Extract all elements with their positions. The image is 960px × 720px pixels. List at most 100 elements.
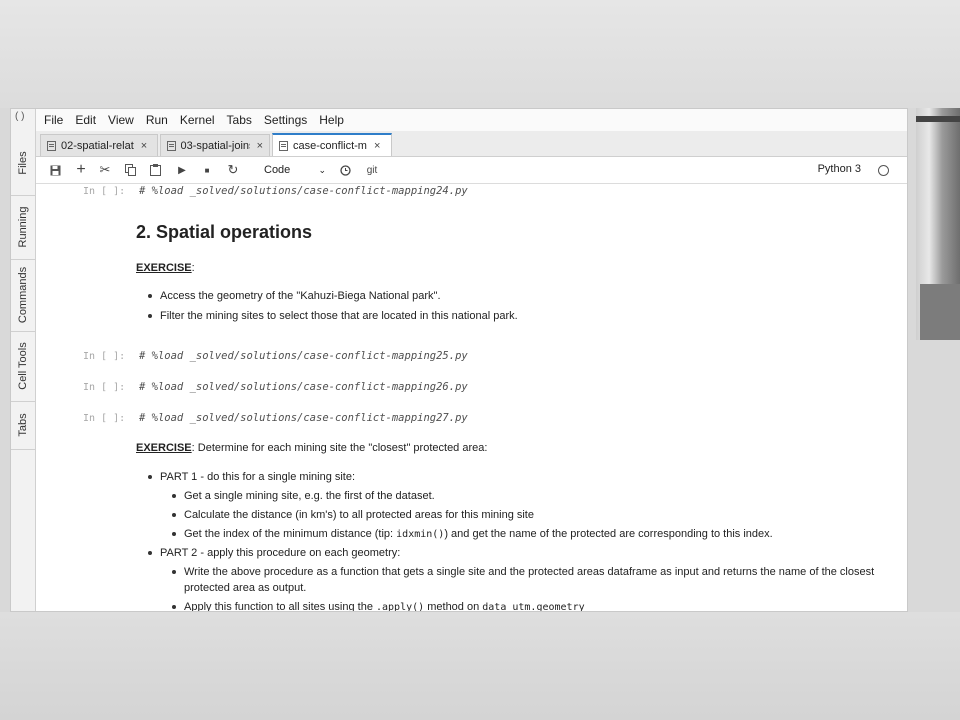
- tab-label: 03-spatial-joins: [180, 139, 250, 152]
- document-tab-bar: 02-spatial-relat × 03-spatial-joins × ca…: [36, 131, 907, 157]
- menu-help[interactable]: Help: [319, 113, 344, 127]
- exercise-colon: :: [191, 262, 195, 274]
- menu-edit[interactable]: Edit: [75, 113, 96, 127]
- cell-prompt: In [ ]:: [83, 351, 126, 362]
- jupyterlab-window: ( ) Files Running Commands Cell Tools Ta…: [10, 108, 908, 612]
- clock-icon[interactable]: [338, 161, 352, 179]
- list-item: PART 1 - do this for a single mining sit…: [148, 470, 900, 484]
- list-item: Get the index of the minimum distance (t…: [172, 527, 904, 542]
- exercise2-list: PART 1 - do this for a single mining sit…: [148, 470, 900, 489]
- tab-case-conflict-mapping[interactable]: case-conflict-m ×: [272, 133, 392, 156]
- code-cell-26[interactable]: # %load _solved/solutions/case-conflict-…: [139, 381, 468, 393]
- list-item-continuation: protected area as output.: [184, 581, 904, 595]
- sidebar-tab-tabs[interactable]: Tabs: [11, 401, 35, 450]
- sidebar-tab-label: Cell Tools: [17, 342, 29, 390]
- cell-prompt: In [ ]:: [83, 186, 126, 197]
- restart-icon[interactable]: ↻: [226, 161, 240, 179]
- inline-code: idxmin(): [396, 529, 445, 540]
- menu-tabs[interactable]: Tabs: [227, 113, 252, 127]
- list-item: Access the geometry of the "Kahuzi-Biega…: [148, 289, 518, 303]
- exercise2-list-part2: PART 2 - apply this procedure on each ge…: [148, 546, 900, 560]
- left-sidebar: ( ) Files Running Commands Cell Tools Ta…: [11, 109, 36, 611]
- list-item-text: Filter the mining sites to select those …: [160, 310, 518, 322]
- list-item-text: Access the geometry of the "Kahuzi-Biega…: [160, 290, 441, 302]
- sidebar-tab-label: Tabs: [17, 413, 29, 437]
- cell-prompt: In [ ]:: [83, 413, 126, 424]
- exercise-label: EXERCISE:: [136, 262, 195, 274]
- list-item: Get a single mining site, e.g. the first…: [172, 489, 904, 503]
- sidebar-tab-cell-tools[interactable]: Cell Tools: [11, 331, 35, 402]
- menu-settings[interactable]: Settings: [264, 113, 307, 127]
- code-cell-27[interactable]: # %load _solved/solutions/case-conflict-…: [139, 412, 468, 424]
- run-icon[interactable]: ▶: [176, 161, 188, 179]
- menu-run[interactable]: Run: [146, 113, 168, 127]
- sidebar-top-mark: ( ): [15, 111, 25, 122]
- exercise-label-text: EXERCISE: [136, 262, 192, 274]
- video-overlay-edge: [916, 108, 960, 340]
- menu-view[interactable]: View: [108, 113, 134, 127]
- exercise1-list: Access the geometry of the "Kahuzi-Biega…: [148, 289, 518, 323]
- list-item-text: ) and get the name of the protected are …: [444, 528, 773, 540]
- close-icon[interactable]: ×: [141, 140, 147, 152]
- code-cell-25[interactable]: # %load _solved/solutions/case-conflict-…: [139, 350, 468, 362]
- menu-bar: File Edit View Run Kernel Tabs Settings …: [36, 109, 907, 131]
- tab-label: 02-spatial-relat: [61, 139, 134, 152]
- sidebar-tab-commands[interactable]: Commands: [11, 259, 35, 332]
- cell-type-value: Code: [264, 164, 291, 176]
- notebook-icon: [167, 140, 176, 151]
- list-item: PART 2 - apply this procedure on each ge…: [148, 546, 900, 560]
- cell-type-select[interactable]: Code ⌄: [264, 161, 326, 179]
- section-heading: 2. Spatial operations: [136, 222, 313, 242]
- list-item: Filter the mining sites to select those …: [148, 309, 518, 323]
- kernel-name[interactable]: Python 3: [818, 163, 861, 175]
- notebook-icon: [47, 140, 56, 151]
- notebook-toolbar: + ✂ ▶ ■ ↻ Code ⌄ git Python 3: [36, 157, 907, 184]
- notebook-icon: [279, 140, 288, 151]
- list-item: Apply this function to all sites using t…: [172, 600, 904, 611]
- list-item-text: PART 2 - apply this procedure on each ge…: [160, 547, 401, 559]
- menu-kernel[interactable]: Kernel: [180, 113, 215, 127]
- inline-code: .apply(): [376, 602, 425, 611]
- paste-icon[interactable]: [148, 161, 162, 179]
- save-icon[interactable]: [48, 161, 62, 179]
- sidebar-tab-label: Files: [17, 151, 29, 175]
- list-item-text: Get the index of the minimum distance (t…: [184, 528, 397, 540]
- list-item-text: Write the above procedure as a function …: [184, 566, 875, 578]
- add-icon[interactable]: +: [74, 161, 88, 179]
- close-icon[interactable]: ×: [374, 140, 380, 152]
- inline-code: data_utm.geometry: [482, 602, 585, 611]
- list-item: Write the above procedure as a function …: [172, 565, 904, 579]
- kernel-status-icon: [878, 165, 889, 176]
- tab-02-spatial-relationships[interactable]: 02-spatial-relat ×: [40, 134, 158, 156]
- exercise-label-text: EXERCISE: [136, 442, 192, 454]
- sidebar-tab-files[interactable]: Files: [11, 131, 35, 196]
- stop-icon[interactable]: ■: [201, 161, 213, 179]
- part1-sublist: Get a single mining site, e.g. the first…: [172, 489, 904, 542]
- sidebar-tab-label: Commands: [17, 266, 29, 324]
- close-icon[interactable]: ×: [257, 140, 263, 152]
- list-item-text: protected area as output.: [184, 582, 307, 594]
- copy-icon[interactable]: [123, 161, 137, 179]
- tab-03-spatial-joins[interactable]: 03-spatial-joins ×: [160, 134, 270, 156]
- exercise2-intro: EXERCISE: Determine for each mining site…: [136, 442, 487, 454]
- list-item-text: Apply this function to all sites using t…: [184, 601, 376, 611]
- code-cell-24[interactable]: # %load _solved/solutions/case-conflict-…: [139, 185, 468, 197]
- background-top: [0, 0, 960, 108]
- sidebar-tab-label: Running: [17, 206, 29, 248]
- menu-file[interactable]: File: [44, 113, 63, 127]
- tab-label: case-conflict-m: [293, 139, 367, 152]
- cut-icon[interactable]: ✂: [98, 161, 112, 179]
- list-item: Calculate the distance (in km's) to all …: [172, 508, 904, 522]
- exercise-text: : Determine for each mining site the "cl…: [191, 442, 488, 454]
- background-bottom: [0, 612, 960, 720]
- list-item-text: method on: [424, 601, 483, 611]
- chevron-down-icon: ⌄: [318, 164, 326, 175]
- list-item-text: PART 1 - do this for a single mining sit…: [160, 471, 356, 483]
- list-item-text: Get a single mining site, e.g. the first…: [184, 490, 435, 502]
- notebook-content: In [ ]: # %load _solved/solutions/case-c…: [36, 184, 907, 611]
- git-button[interactable]: git: [363, 161, 381, 179]
- part2-sublist: Write the above procedure as a function …: [172, 565, 904, 611]
- sidebar-tab-running[interactable]: Running: [11, 195, 35, 260]
- cell-prompt: In [ ]:: [83, 382, 126, 393]
- list-item-text: Calculate the distance (in km's) to all …: [184, 509, 534, 521]
